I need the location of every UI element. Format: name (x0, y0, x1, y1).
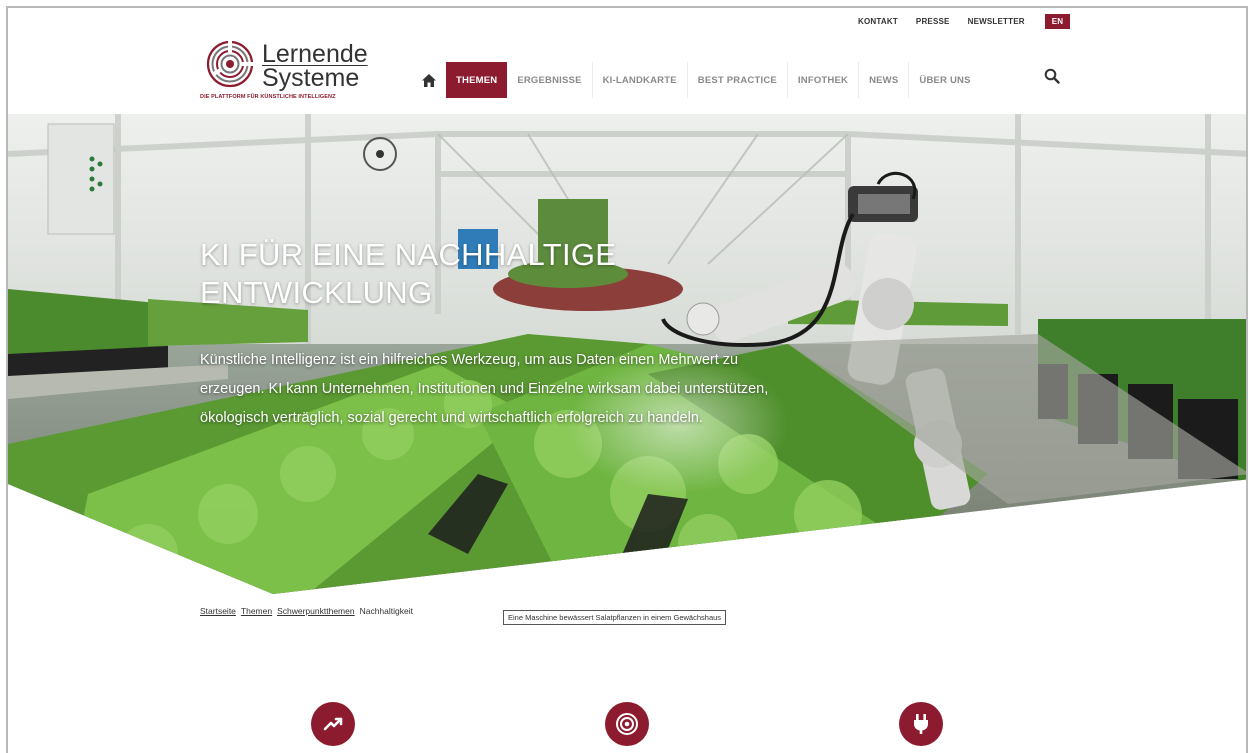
site-logo[interactable]: Lernende Systeme DIE PLATTFORM FÜR KÜNST… (200, 34, 380, 104)
breadcrumb-startseite[interactable]: Startseite (200, 606, 236, 616)
nav-item-ki-landkarte[interactable]: KI-LANDKARTE (593, 62, 688, 98)
logo-text-systeme: Systeme (262, 64, 360, 92)
utility-nav: KONTAKT PRESSE NEWSLETTER EN (858, 14, 1071, 29)
browser-frame: KONTAKT PRESSE NEWSLETTER EN Lernende Sy… (6, 6, 1248, 753)
nav-item-news[interactable]: NEWS (859, 62, 910, 98)
nav-home-button[interactable] (412, 62, 446, 98)
hero-title-line-2: ENTWICKLUNG (200, 275, 433, 310)
nav-item-infothek[interactable]: INFOTHEK (788, 62, 860, 98)
nav-item-ergebnisse[interactable]: ERGEBNISSE (507, 62, 593, 98)
feature-power-badge[interactable] (899, 702, 943, 746)
trending-up-icon (323, 717, 343, 731)
nav-item-themen[interactable]: THEMEN (446, 62, 508, 98)
home-icon (422, 73, 436, 87)
search-icon (1044, 68, 1060, 84)
logo-tagline: DIE PLATTFORM FÜR KÜNSTLICHE INTELLIGENZ (200, 94, 336, 100)
hero-title: KI FÜR EINE NACHHALTIGE ENTWICKLUNG (200, 236, 720, 312)
hero-banner: KI FÜR EINE NACHHALTIGE ENTWICKLUNG Küns… (8, 114, 1246, 594)
breadcrumb-current: Nachhaltigkeit (359, 606, 413, 616)
power-plug-icon (914, 714, 928, 734)
feature-target-badge[interactable] (605, 702, 649, 746)
language-switch-en[interactable]: EN (1044, 14, 1071, 29)
utility-link-newsletter[interactable]: NEWSLETTER (968, 17, 1025, 26)
utility-link-kontakt[interactable]: KONTAKT (858, 17, 898, 26)
breadcrumb: Startseite Themen Schwerpunktthemen Nach… (200, 606, 413, 616)
feature-trend-badge[interactable] (311, 702, 355, 746)
hero-intro-text: Künstliche Intelligenz ist ein hilfreich… (200, 352, 769, 426)
breadcrumb-schwerpunktthemen[interactable]: Schwerpunktthemen (277, 606, 355, 616)
nav-item-ueber-uns[interactable]: ÜBER UNS (909, 62, 980, 98)
utility-link-presse[interactable]: PRESSE (916, 17, 950, 26)
hero-title-line-1: KI FÜR EINE NACHHALTIGE (200, 237, 617, 272)
image-caption-tooltip: Eine Maschine bewässert Salatpflanzen in… (503, 610, 727, 625)
search-button[interactable] (1044, 68, 1064, 88)
breadcrumb-themen[interactable]: Themen (241, 606, 272, 616)
nav-item-best-practice[interactable]: BEST PRACTICE (688, 62, 788, 98)
logo-mark-icon (206, 40, 254, 88)
target-icon (616, 713, 638, 735)
main-nav: THEMEN ERGEBNISSE KI-LANDKARTE BEST PRAC… (412, 62, 981, 98)
